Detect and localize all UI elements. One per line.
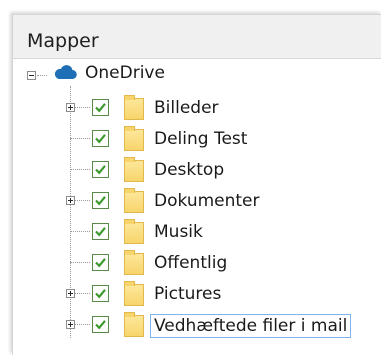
folder-label: Dokumenter: [154, 191, 260, 211]
folder-icon: [124, 188, 144, 213]
folder-label: Desktop: [154, 160, 225, 180]
folder-label: Billeder: [154, 98, 219, 118]
folder-checkbox[interactable]: [92, 130, 109, 147]
folder-tree: OneDrive Billeder Deling Test Desktop Dokum…: [13, 58, 381, 355]
folder-checkbox[interactable]: [92, 223, 109, 240]
folder-checkbox[interactable]: [92, 99, 109, 116]
folder-label: Offentlig: [154, 253, 228, 273]
folder-checkbox[interactable]: [92, 254, 109, 271]
expand-icon[interactable]: [66, 103, 75, 112]
panel-header: Mapper: [13, 15, 381, 59]
folder-label: Deling Test: [154, 129, 248, 149]
cloud-icon: [54, 65, 77, 80]
folder-label: Pictures: [154, 284, 222, 304]
folder-checkbox[interactable]: [92, 285, 109, 302]
folder-icon: [124, 250, 144, 275]
collapse-icon[interactable]: [27, 71, 36, 80]
tree-root-label: OneDrive: [85, 63, 165, 83]
expand-icon[interactable]: [66, 196, 75, 205]
folders-panel: Mapper OneDrive Billeder Deling Test Deskt…: [12, 14, 381, 355]
folder-icon: [124, 95, 144, 120]
folder-label: Vedhæftede filer i mail: [150, 314, 352, 338]
tree-guide: [70, 86, 71, 338]
folder-label: Musik: [154, 222, 203, 242]
tree-guide: [70, 262, 90, 263]
folder-checkbox[interactable]: [92, 316, 109, 333]
tree-guide: [70, 231, 90, 232]
folder-icon: [124, 312, 144, 337]
tree-guide: [37, 75, 47, 76]
folder-icon: [124, 126, 144, 151]
tree-guide: [70, 169, 90, 170]
panel-title: Mapper: [27, 30, 99, 52]
folder-checkbox[interactable]: [92, 192, 109, 209]
folder-checkbox[interactable]: [92, 161, 109, 178]
folder-icon: [124, 157, 144, 182]
expand-icon[interactable]: [66, 320, 75, 329]
tree-guide: [70, 138, 90, 139]
folder-icon: [124, 281, 144, 306]
folder-icon: [124, 219, 144, 244]
expand-icon[interactable]: [66, 289, 75, 298]
